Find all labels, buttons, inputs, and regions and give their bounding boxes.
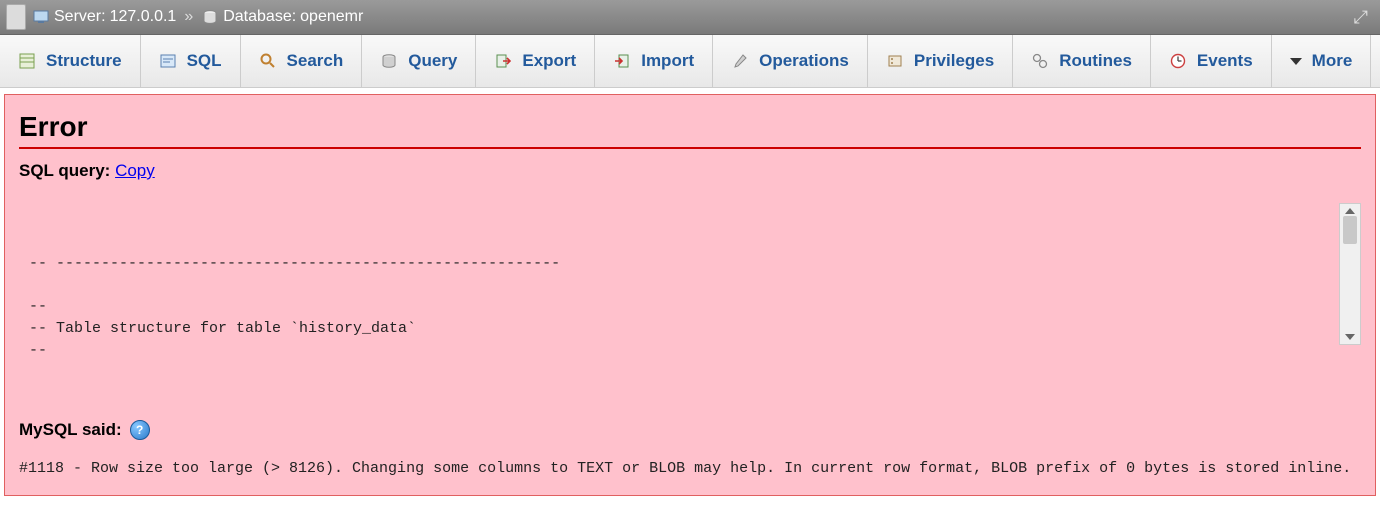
scroll-down-icon[interactable] bbox=[1345, 334, 1355, 340]
tab-export[interactable]: Export bbox=[476, 35, 595, 87]
import-icon bbox=[613, 52, 631, 70]
tab-import[interactable]: Import bbox=[595, 35, 713, 87]
tab-label: Structure bbox=[46, 51, 122, 71]
breadcrumb-bar: Server: 127.0.0.1 » Database: openemr ⤢ bbox=[0, 0, 1380, 35]
server-value[interactable]: 127.0.0.1 bbox=[110, 8, 177, 26]
server-label: Server: bbox=[54, 8, 106, 26]
operations-icon bbox=[731, 52, 749, 70]
tab-privileges[interactable]: Privileges bbox=[868, 35, 1013, 87]
database-icon bbox=[201, 8, 219, 26]
search-icon bbox=[259, 52, 277, 70]
breadcrumb-separator: » bbox=[184, 8, 193, 26]
copy-link[interactable]: Copy bbox=[115, 161, 155, 180]
tab-structure[interactable]: Structure bbox=[0, 35, 141, 87]
tab-events[interactable]: Events bbox=[1151, 35, 1272, 87]
sql-query-label: SQL query: bbox=[19, 161, 110, 180]
scroll-thumb[interactable] bbox=[1343, 216, 1357, 244]
tab-label: SQL bbox=[187, 51, 222, 71]
mysql-said-line: MySQL said: ? bbox=[19, 420, 1361, 440]
tab-routines[interactable]: Routines bbox=[1013, 35, 1151, 87]
tab-query[interactable]: Query bbox=[362, 35, 476, 87]
database-label: Database: bbox=[223, 8, 296, 26]
export-icon bbox=[494, 52, 512, 70]
events-icon bbox=[1169, 52, 1187, 70]
routines-icon bbox=[1031, 52, 1049, 70]
tab-sql[interactable]: SQL bbox=[141, 35, 241, 87]
close-icon[interactable]: ⤢ bbox=[1354, 7, 1368, 28]
scrollbar[interactable] bbox=[1339, 203, 1361, 345]
privileges-icon bbox=[886, 52, 904, 70]
tab-label: Privileges bbox=[914, 51, 994, 71]
error-title: Error bbox=[19, 111, 1361, 143]
tab-more[interactable]: More bbox=[1272, 35, 1372, 87]
structure-icon bbox=[18, 52, 36, 70]
tab-label: Export bbox=[522, 51, 576, 71]
tab-label: Import bbox=[641, 51, 694, 71]
error-divider bbox=[19, 147, 1361, 149]
sql-icon bbox=[159, 52, 177, 70]
mysql-said-label: MySQL said: bbox=[19, 420, 122, 440]
database-value[interactable]: openemr bbox=[300, 8, 363, 26]
query-icon bbox=[380, 52, 398, 70]
scroll-up-icon[interactable] bbox=[1345, 208, 1355, 214]
tab-bar: Structure SQL Search Query Export Import… bbox=[0, 35, 1380, 88]
help-icon[interactable]: ? bbox=[130, 420, 150, 440]
tab-label: Search bbox=[287, 51, 344, 71]
server-icon bbox=[32, 8, 50, 26]
tab-label: Events bbox=[1197, 51, 1253, 71]
tab-search[interactable]: Search bbox=[241, 35, 363, 87]
tab-label: Routines bbox=[1059, 51, 1132, 71]
sql-code-container: -- -------------------------------------… bbox=[19, 203, 1361, 392]
error-panel: Error SQL query: Copy -- ---------------… bbox=[4, 94, 1376, 496]
sql-query-header: SQL query: Copy bbox=[19, 159, 1361, 183]
tab-label: Query bbox=[408, 51, 457, 71]
mysql-error-message: #1118 - Row size too large (> 8126). Cha… bbox=[19, 460, 1361, 477]
tab-label: More bbox=[1312, 51, 1353, 71]
panel-collapse-handle[interactable] bbox=[6, 4, 26, 30]
chevron-down-icon bbox=[1290, 58, 1302, 65]
tab-operations[interactable]: Operations bbox=[713, 35, 868, 87]
sql-code-block: -- -------------------------------------… bbox=[19, 203, 1361, 392]
tab-label: Operations bbox=[759, 51, 849, 71]
